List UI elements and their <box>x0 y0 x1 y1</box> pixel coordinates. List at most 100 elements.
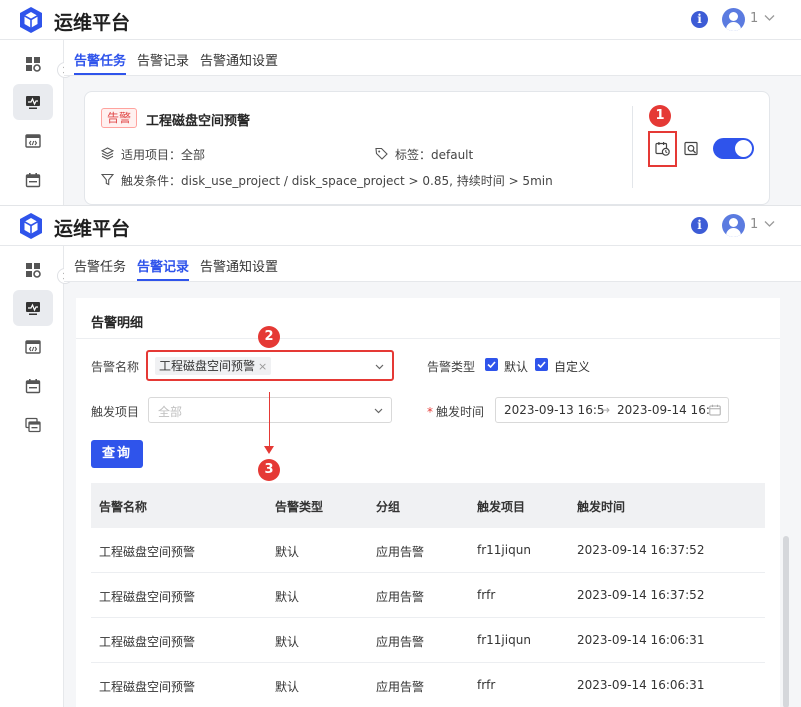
tab-bar: 告警任务 告警记录 告警通知设置 <box>64 246 801 282</box>
type-default-checkbox[interactable] <box>485 358 498 371</box>
alert-schedule-button[interactable] <box>648 131 677 167</box>
alert-task-title: 工程磁盘空间预警 <box>146 114 251 129</box>
cell-group: 应用告警 <box>376 590 425 604</box>
card-divider <box>632 106 633 188</box>
labels-text: 标签：default <box>395 148 474 162</box>
alert-detail-card: 告警明细 告警名称 工程磁盘空间预警 × 告警类型 默认 自定义 触发项目 全部 … <box>76 298 780 707</box>
chevron-down-icon <box>375 364 384 370</box>
scrollbar-thumb[interactable] <box>783 536 789 707</box>
sidebar-item-code[interactable] <box>13 329 53 365</box>
required-mark: * <box>427 405 433 419</box>
sidebar <box>0 40 64 205</box>
user-number: 1 <box>750 217 759 232</box>
tab-alert-tasks[interactable]: 告警任务 <box>74 256 126 275</box>
layers-icon <box>101 147 114 160</box>
cell-alert-name: 工程磁盘空间预警 <box>99 635 196 649</box>
table-row[interactable]: 工程磁盘空间预警 默认 应用告警 frfr 2023-09-14 16:06:3… <box>91 663 765 707</box>
alert-name-select[interactable]: 工程磁盘空间预警 × <box>146 350 394 381</box>
top-bar: 运维平台 i 1 <box>0 206 801 246</box>
trigger-time-label: * 触发时间 <box>427 403 484 420</box>
table-row[interactable]: 工程磁盘空间预警 默认 应用告警 fr11jiqun 2023-09-14 16… <box>91 618 765 663</box>
cell-time: 2023-09-14 16:06:31 <box>577 678 705 692</box>
cell-alert-name: 工程磁盘空间预警 <box>99 545 196 559</box>
tab-notification-settings[interactable]: 告警通知设置 <box>200 256 278 275</box>
alert-name-label: 告警名称 <box>91 360 140 374</box>
column-header: 告警类型 <box>275 500 324 514</box>
dashboard-icon <box>26 57 41 72</box>
chevron-down-icon <box>374 408 383 414</box>
time-end: 2023-09-14 16:5 <box>617 403 718 417</box>
trigger-project-placeholder: 全部 <box>158 405 183 419</box>
section-title: 告警明细 <box>91 316 144 331</box>
selected-alert-chip[interactable]: 工程磁盘空间预警 × <box>155 357 272 375</box>
checkmark-icon <box>487 361 496 369</box>
alert-task-panel: 运维平台 i 1 告警任务 告警记录 告警通知设置 告警 工程磁盘空间预警 适用… <box>0 0 801 205</box>
user-avatar[interactable] <box>722 8 745 31</box>
cube-logo-icon <box>20 213 42 239</box>
monitor-icon <box>26 96 40 109</box>
time-start: 2023-09-13 16:5 <box>504 403 605 417</box>
trigger-time-range-picker[interactable]: 2023-09-13 16:5 → 2023-09-14 16:5 <box>495 397 729 423</box>
trigger-time-label-text: 触发时间 <box>436 405 485 419</box>
active-tab-indicator <box>137 279 189 281</box>
tab-notification-settings[interactable]: 告警通知设置 <box>200 50 278 69</box>
cell-project: frfr <box>477 588 496 602</box>
cell-alert-name: 工程磁盘空间预警 <box>99 590 196 604</box>
annotation-arrow-head <box>264 446 274 454</box>
query-button[interactable]: 查询 <box>91 440 143 468</box>
table-row[interactable]: 工程磁盘空间预警 默认 应用告警 fr11jiqun 2023-09-14 16… <box>91 528 765 573</box>
chevron-down-icon[interactable] <box>763 217 776 230</box>
sidebar-item-calendar[interactable] <box>13 162 53 198</box>
chevron-down-icon[interactable] <box>763 11 776 24</box>
trigger-project-select[interactable]: 全部 <box>148 397 392 423</box>
cell-alert-type: 默认 <box>275 635 300 649</box>
alert-type-label: 告警类型 <box>427 360 476 374</box>
column-header: 触发项目 <box>477 500 526 514</box>
alert-enable-toggle[interactable] <box>713 138 754 159</box>
cell-alert-type: 默认 <box>275 590 300 604</box>
tab-alert-records[interactable]: 告警记录 <box>137 256 189 275</box>
sidebar-item-dashboard[interactable] <box>13 46 53 82</box>
applicable-project-row: 适用项目：全部 <box>101 146 205 163</box>
column-header: 分组 <box>376 500 401 514</box>
cell-group: 应用告警 <box>376 635 425 649</box>
trigger-condition-row: 触发条件：disk_use_project / disk_space_proje… <box>101 172 553 189</box>
alert-record-panel: 运维平台 i 1 告警任务 告警记录 告警通知设置 告警明细 告警名称 工程磁盘… <box>0 205 801 707</box>
sidebar-item-dashboard[interactable] <box>13 252 53 288</box>
applicable-project-text: 适用项目：全部 <box>121 148 206 162</box>
sidebar-item-monitor[interactable] <box>13 290 53 326</box>
calendar-icon <box>709 404 721 416</box>
section-divider <box>76 338 780 339</box>
preview-icon[interactable] <box>684 141 699 156</box>
cell-group: 应用告警 <box>376 680 425 694</box>
tab-alert-records[interactable]: 告警记录 <box>137 50 189 69</box>
cell-project: frfr <box>477 678 496 692</box>
trigger-project-label: 触发项目 <box>91 405 140 419</box>
tag-icon <box>375 147 388 160</box>
window-icon <box>25 417 41 433</box>
remove-chip-icon[interactable]: × <box>258 360 267 373</box>
calendar-clock-icon <box>655 142 670 156</box>
type-custom-checkbox[interactable] <box>535 358 548 371</box>
info-icon[interactable]: i <box>691 11 708 28</box>
cell-time: 2023-09-14 16:06:31 <box>577 633 705 647</box>
step-badge-1: 1 <box>649 105 671 127</box>
app-title: 运维平台 <box>54 218 131 240</box>
sidebar-item-window[interactable] <box>13 407 53 443</box>
sidebar-item-code[interactable] <box>13 123 53 159</box>
code-icon <box>25 134 41 148</box>
sidebar-item-monitor[interactable] <box>13 84 53 120</box>
cell-group: 应用告警 <box>376 545 425 559</box>
dashboard-icon <box>26 263 41 278</box>
user-avatar[interactable] <box>722 214 745 237</box>
app-title: 运维平台 <box>54 12 131 34</box>
trigger-condition-text: 触发条件：disk_use_project / disk_space_proje… <box>121 174 553 188</box>
calendar-icon <box>25 173 41 188</box>
sidebar <box>0 246 64 707</box>
info-icon[interactable]: i <box>691 217 708 234</box>
tab-alert-tasks[interactable]: 告警任务 <box>74 50 126 69</box>
column-header: 告警名称 <box>99 500 148 514</box>
table-row[interactable]: 工程磁盘空间预警 默认 应用告警 frfr 2023-09-14 16:37:5… <box>91 573 765 618</box>
sidebar-item-calendar[interactable] <box>13 368 53 404</box>
type-custom-label: 自定义 <box>554 360 591 374</box>
